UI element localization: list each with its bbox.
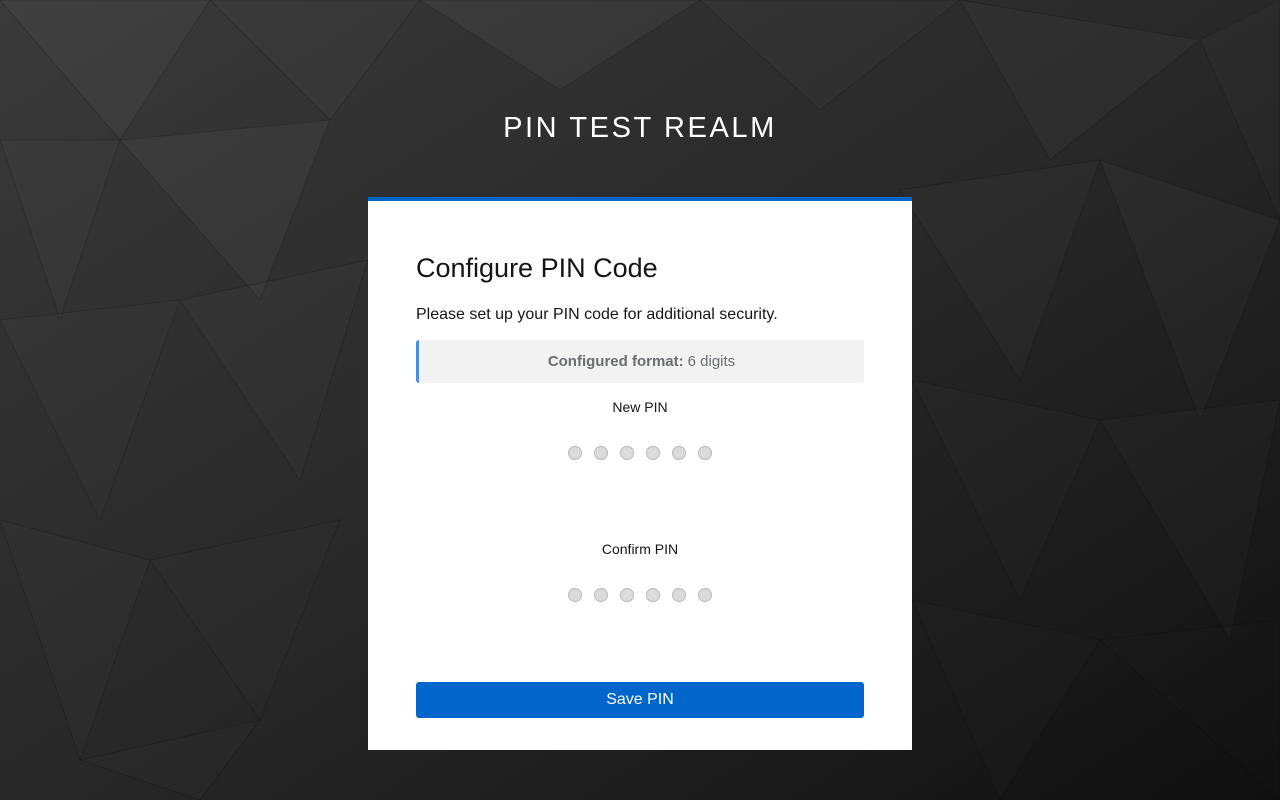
confirm-pin-digit-2[interactable] [594,588,608,602]
new-pin-digit-6[interactable] [698,446,712,460]
new-pin-digit-4[interactable] [646,446,660,460]
format-info-alert: Configured format: 6 digits [416,340,864,383]
new-pin-input[interactable] [416,446,864,460]
confirm-pin-digit-5[interactable] [672,588,686,602]
new-pin-digit-5[interactable] [672,446,686,460]
new-pin-digit-2[interactable] [594,446,608,460]
format-value: 6 digits [687,353,736,370]
page-description: Please set up your PIN code for addition… [416,306,778,323]
new-pin-digit-3[interactable] [620,446,634,460]
confirm-pin-input[interactable] [416,588,864,602]
confirm-pin-digit-3[interactable] [620,588,634,602]
confirm-pin-digit-4[interactable] [646,588,660,602]
new-pin-digit-1[interactable] [568,446,582,460]
realm-title: PIN TEST REALM [503,112,777,144]
save-pin-button[interactable]: Save PIN [416,682,864,718]
confirm-pin-label: Confirm PIN [601,541,679,557]
confirm-pin-digit-1[interactable] [568,588,582,602]
format-label: Configured format: [547,353,684,370]
page-title: Configure PIN Code [416,253,658,283]
pin-setup-card: Configure PIN Code Please set up your PI… [368,197,912,750]
new-pin-label: New PIN [612,399,668,415]
confirm-pin-digit-6[interactable] [698,588,712,602]
